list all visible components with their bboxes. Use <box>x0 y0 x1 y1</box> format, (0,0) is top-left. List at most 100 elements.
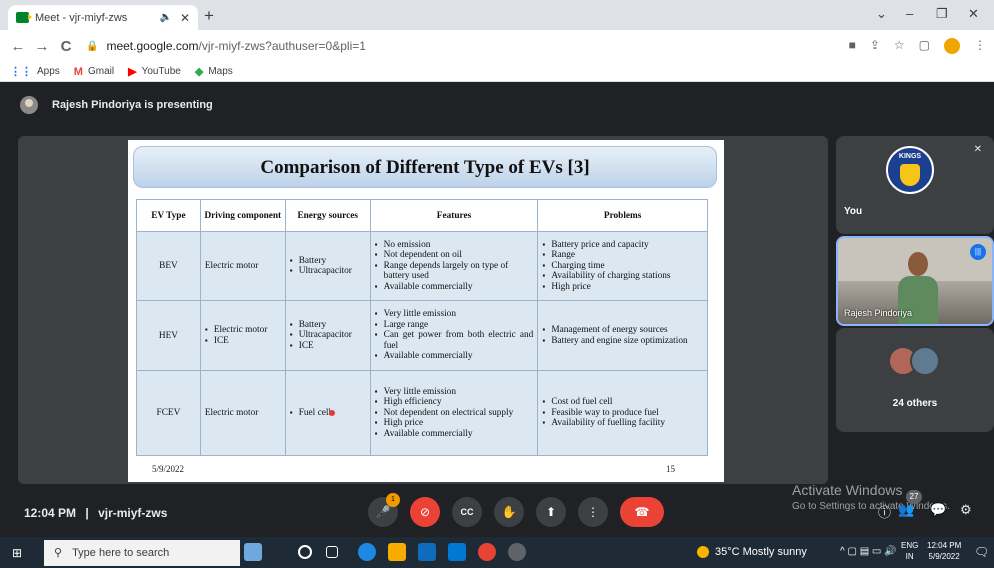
table-row: FCEV Electric motor Fuel cell Very littl… <box>136 370 708 456</box>
weather-widget-icon[interactable] <box>244 543 262 561</box>
address-bar[interactable]: 🔒 meet.google.com/vjr-miyf-zws?authuser=… <box>86 39 366 53</box>
taskbar-clock[interactable]: 12:04 PM 5/9/2022 <box>927 540 961 562</box>
chrome-icon[interactable] <box>478 543 496 561</box>
taskbar-weather[interactable]: 35°C Mostly sunny <box>697 546 807 558</box>
participant-tile-you[interactable]: KINGS ✕ You <box>836 136 994 234</box>
list-item: Very little emission <box>375 387 534 398</box>
leave-call-button[interactable]: ☎ <box>620 497 664 527</box>
list-item: Available commercially <box>375 282 534 293</box>
list-item: Fuel cell <box>290 408 366 419</box>
file-explorer-icon[interactable] <box>388 543 406 561</box>
list-item: High efficiency <box>375 397 534 408</box>
browser-tools: ■ ⇪ ☆ ▢ ⋮ <box>849 38 986 54</box>
list-item: High price <box>375 418 534 429</box>
list-item: Electric motor <box>205 325 281 336</box>
search-placeholder: Type here to search <box>72 546 170 559</box>
input-language[interactable]: ENG IN <box>901 540 918 562</box>
header-ev-type: EV Type <box>136 199 201 232</box>
cell-ev-type: BEV <box>136 231 201 301</box>
tab-meet[interactable]: Meet - vjr-miyf-zws 🔈 ✕ <box>8 5 198 30</box>
bookmark-star-icon[interactable]: ☆ <box>894 38 905 54</box>
lock-icon[interactable]: 🔒 <box>86 41 98 52</box>
list-item: Range <box>542 250 703 261</box>
activities-icon[interactable]: ⚙ <box>960 502 972 518</box>
person-body <box>898 276 938 324</box>
list-item: Management of energy sources <box>542 325 703 336</box>
captions-button[interactable]: CC <box>452 497 482 527</box>
list-item: Very little emission <box>375 309 534 320</box>
task-view-icon[interactable] <box>326 546 338 558</box>
store-icon[interactable] <box>418 543 436 561</box>
cortana-icon[interactable] <box>298 545 312 559</box>
minimize-button[interactable]: – <box>906 6 913 21</box>
info-icon[interactable]: ⓘ <box>878 502 891 521</box>
lang-region: IN <box>905 552 914 561</box>
window-close-button[interactable]: ✕ <box>968 6 979 22</box>
tab-close-icon[interactable]: ✕ <box>180 11 190 25</box>
list-item: Charging time <box>542 261 703 272</box>
energy-fuel-cell: Fuel cell <box>298 407 332 418</box>
cell-energy: Battery Ultracapacitor <box>284 231 371 301</box>
mail-icon[interactable] <box>448 543 466 561</box>
laser-pointer-icon <box>329 409 336 416</box>
tile-name-you: You <box>844 206 863 217</box>
notification-icon[interactable]: 🗨 <box>974 545 989 559</box>
list-item: High price <box>542 282 703 293</box>
tab-search-icon[interactable]: ⌄ <box>876 6 887 22</box>
back-button[interactable]: ← <box>6 38 30 55</box>
taskbar-search[interactable]: ⚲ Type here to search <box>44 539 240 566</box>
others-count: 24 others <box>892 398 938 409</box>
captions-icon: CC <box>460 507 474 517</box>
tile-name-presenter: Rajesh Pindoriya <box>844 308 913 318</box>
bookmark-apps[interactable]: ⋮⋮ Apps <box>10 65 60 78</box>
list-item: Ultracapacitor <box>290 330 366 341</box>
system-tray-icons[interactable]: ^ ▢ ▤ ▭ 🔊 <box>840 546 897 557</box>
search-icon: ⚲ <box>54 547 63 559</box>
list-item: ICE <box>290 341 366 352</box>
new-tab-button[interactable]: + <box>204 6 214 26</box>
list-item: Battery <box>290 256 366 267</box>
participant-tile-presenter[interactable]: ||| Rajesh Pindoriya <box>836 236 994 326</box>
cell-problems: Management of energy sources Battery and… <box>537 300 708 371</box>
cell-driving: Electric motor <box>199 370 286 456</box>
camera-off-button[interactable]: ⊘ <box>410 497 440 527</box>
list-item: Availability of fuelling facility <box>542 418 703 429</box>
watermark-subtitle: Go to Settings to activate Windows. <box>792 501 950 512</box>
list-item: No emission <box>375 240 534 251</box>
taskbar-date: 5/9/2022 <box>928 552 960 561</box>
forward-button[interactable]: → <box>30 38 54 55</box>
logo-text: KINGS <box>898 153 922 160</box>
bookmark-label: Apps <box>37 66 60 77</box>
menu-kebab-icon[interactable]: ⋮ <box>974 38 986 54</box>
mic-button[interactable]: 🎤 1 <box>368 493 400 527</box>
bookmark-label: Maps <box>208 66 233 77</box>
ev-comparison-table: EV Type Driving component Energy sources… <box>136 199 708 456</box>
sidepanel-icon[interactable]: ▢ <box>919 38 930 54</box>
edge-icon[interactable] <box>358 543 376 561</box>
speaker-icon[interactable]: 🔈 <box>159 12 171 23</box>
profile-avatar[interactable] <box>944 38 960 54</box>
present-button[interactable]: ⬆ <box>536 497 566 527</box>
chat-icon[interactable]: 💬 <box>930 502 946 518</box>
maps-icon: ◆ <box>194 66 204 78</box>
slide-page-number: 15 <box>666 464 675 474</box>
windows-start-icon[interactable]: ⊞ <box>12 546 30 560</box>
list-item: Availability of charging stations <box>542 271 703 282</box>
bookmark-youtube[interactable]: ▶ YouTube <box>128 65 181 78</box>
cell-features: No emission Not dependent on oil Range d… <box>369 231 539 301</box>
bookmark-maps[interactable]: ◆ Maps <box>195 65 233 78</box>
chrome-profile-icon[interactable] <box>508 543 526 561</box>
raise-hand-button[interactable]: ✋ <box>494 497 524 527</box>
more-options-button[interactable]: ⋮ <box>578 497 608 527</box>
restore-button[interactable]: ❐ <box>936 6 948 22</box>
weather-text: 35°C Mostly sunny <box>715 546 807 558</box>
share-icon[interactable]: ⇪ <box>870 38 880 54</box>
participant-tile-others[interactable]: 24 others <box>836 328 994 432</box>
camera-in-use-icon[interactable]: ■ <box>849 38 856 54</box>
watermark-title: Activate Windows <box>792 482 903 498</box>
meeting-time: 12:04 PM <box>24 506 77 520</box>
bookmarks-bar: ⋮⋮ Apps M Gmail ▶ YouTube ◆ Maps <box>0 62 994 82</box>
people-icon[interactable]: 👥 <box>898 502 914 518</box>
reload-button[interactable]: C <box>54 38 78 55</box>
bookmark-gmail[interactable]: M Gmail <box>74 66 114 78</box>
